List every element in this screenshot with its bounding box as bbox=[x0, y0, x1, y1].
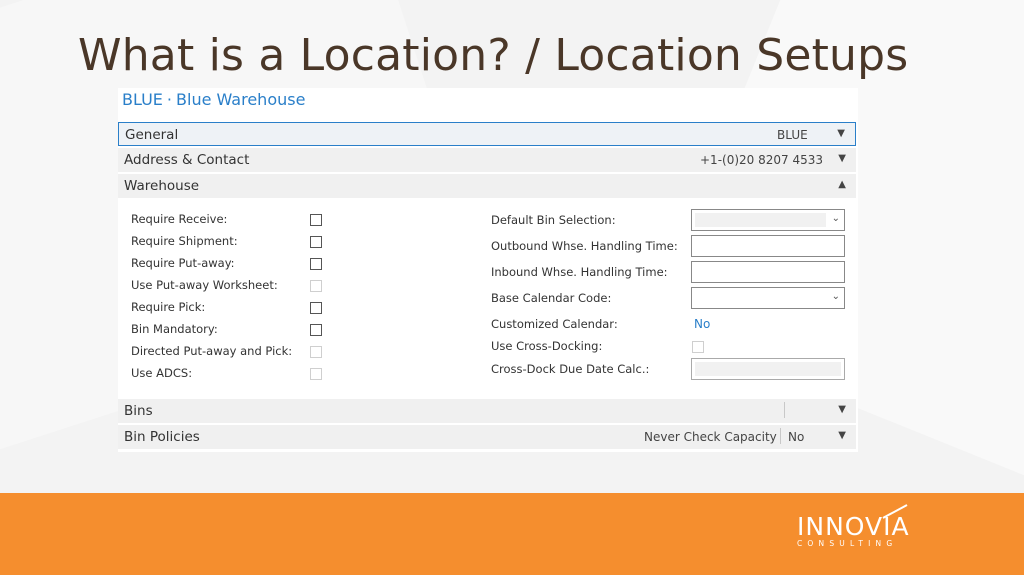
cross-dock-due-date-label: Cross-Dock Due Date Calc.: bbox=[491, 362, 650, 376]
outbound-handling-time-input[interactable] bbox=[691, 235, 845, 257]
require-pick-checkbox[interactable] bbox=[310, 302, 322, 314]
use-cross-docking-checkbox bbox=[692, 341, 704, 353]
require-receive-label: Require Receive: bbox=[131, 212, 228, 226]
customized-calendar-link[interactable]: No bbox=[694, 317, 710, 331]
summary-divider bbox=[780, 428, 781, 444]
use-putaway-worksheet-label: Use Put-away Worksheet: bbox=[131, 278, 278, 292]
require-shipment-label: Require Shipment: bbox=[131, 234, 238, 248]
require-putaway-checkbox[interactable] bbox=[310, 258, 322, 270]
inbound-handling-time-input[interactable] bbox=[691, 261, 845, 283]
fasttab-bin-policies-label: Bin Policies bbox=[124, 429, 200, 445]
cross-dock-due-date-input bbox=[691, 358, 845, 380]
base-calendar-code-dropdown[interactable]: ⌄ bbox=[691, 287, 845, 309]
dropdown-disabled-fill bbox=[695, 213, 826, 227]
chevron-down-icon[interactable]: ▼ bbox=[838, 430, 846, 441]
chevron-down-icon[interactable]: ⌄ bbox=[832, 213, 840, 224]
never-check-capacity-label: Never Check Capacity bbox=[644, 430, 777, 444]
address-phone-value: +1-(0)20 8207 4533 bbox=[700, 153, 823, 167]
location-code: BLUE bbox=[122, 90, 163, 109]
base-calendar-code-label: Base Calendar Code: bbox=[491, 291, 612, 305]
use-adcs-label: Use ADCS: bbox=[131, 366, 193, 380]
slide-title: What is a Location? / Location Setups bbox=[78, 30, 909, 81]
fasttab-general-label: General bbox=[125, 127, 179, 143]
fasttab-bins[interactable]: Bins ▼ bbox=[118, 399, 856, 423]
fasttab-bins-label: Bins bbox=[124, 403, 153, 419]
fasttab-warehouse[interactable]: Warehouse ▲ bbox=[118, 174, 856, 198]
default-bin-selection-dropdown[interactable]: ⌄ bbox=[691, 209, 845, 231]
brand-name: INNOVIA bbox=[797, 512, 910, 541]
summary-divider bbox=[784, 402, 785, 418]
brand-tagline: CONSULTING bbox=[797, 539, 898, 548]
use-putaway-worksheet-checkbox bbox=[310, 280, 322, 292]
require-pick-label: Require Pick: bbox=[131, 300, 206, 314]
directed-putaway-pick-checkbox bbox=[310, 346, 322, 358]
inbound-handling-time-label: Inbound Whse. Handling Time: bbox=[491, 265, 668, 279]
bin-mandatory-checkbox[interactable] bbox=[310, 324, 322, 336]
require-shipment-checkbox[interactable] bbox=[310, 236, 322, 248]
chevron-down-icon[interactable]: ▼ bbox=[838, 404, 846, 415]
location-card: BLUE · Blue Warehouse General BLUE ▼ Addre… bbox=[118, 88, 858, 452]
location-name: Blue Warehouse bbox=[176, 90, 306, 109]
require-receive-checkbox[interactable] bbox=[310, 214, 322, 226]
customized-calendar-label: Customized Calendar: bbox=[491, 317, 618, 331]
directed-putaway-pick-label: Directed Put-away and Pick: bbox=[131, 344, 293, 358]
default-bin-selection-label: Default Bin Selection: bbox=[491, 213, 616, 227]
general-summary-value: BLUE bbox=[777, 128, 808, 142]
chevron-down-icon[interactable]: ⌄ bbox=[832, 291, 840, 302]
fasttab-address-label: Address & Contact bbox=[124, 152, 250, 168]
fasttab-warehouse-label: Warehouse bbox=[124, 178, 200, 194]
fasttab-general[interactable]: General BLUE ▼ bbox=[118, 122, 856, 146]
brand-logo: INNOVIA CONSULTING bbox=[797, 512, 910, 548]
chevron-down-icon[interactable]: ▼ bbox=[838, 153, 846, 164]
title-separator: · bbox=[166, 90, 173, 109]
use-cross-docking-label: Use Cross-Docking: bbox=[491, 339, 603, 353]
bin-mandatory-label: Bin Mandatory: bbox=[131, 322, 218, 336]
never-check-capacity-value: No bbox=[788, 430, 805, 444]
require-putaway-label: Require Put-away: bbox=[131, 256, 235, 270]
fasttab-address-contact[interactable]: Address & Contact +1-(0)20 8207 4533 ▼ bbox=[118, 148, 856, 172]
outbound-handling-time-label: Outbound Whse. Handling Time: bbox=[491, 239, 678, 253]
card-title: BLUE · Blue Warehouse bbox=[122, 90, 305, 109]
chevron-down-icon[interactable]: ▼ bbox=[837, 128, 845, 139]
use-adcs-checkbox bbox=[310, 368, 322, 380]
chevron-up-icon[interactable]: ▲ bbox=[838, 179, 846, 190]
fasttab-bin-policies[interactable]: Bin Policies Never Check Capacity No ▼ bbox=[118, 425, 856, 449]
